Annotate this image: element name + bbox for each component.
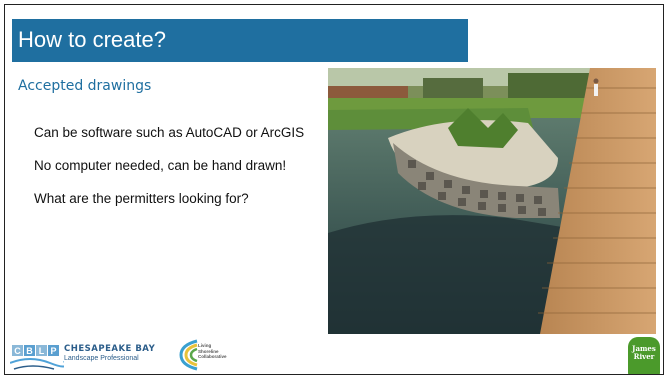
slide: How to create? Accepted drawings Can be … bbox=[0, 0, 668, 379]
cblp-subtitle: Landscape Professional bbox=[64, 355, 139, 362]
james-river-text: James River bbox=[630, 345, 658, 361]
cblp-letter: B bbox=[26, 346, 33, 356]
cblp-name: CHESAPEAKE BAY bbox=[64, 344, 156, 354]
cblp-letter: C bbox=[14, 346, 21, 356]
cblp-letter: P bbox=[50, 346, 56, 356]
living-shoreline-text: Living Shoreline Collaborative bbox=[198, 343, 227, 360]
cblp-letter: L bbox=[39, 346, 45, 356]
cblp-logo: C B L P bbox=[10, 345, 64, 370]
lsc-line: Collaborative bbox=[198, 354, 227, 359]
bullet-item: Can be software such as AutoCAD or ArcGI… bbox=[34, 125, 305, 140]
living-shoreline-logo bbox=[179, 339, 198, 371]
jr-line: River bbox=[633, 352, 655, 361]
bullet-list: Can be software such as AutoCAD or ArcGI… bbox=[34, 125, 314, 224]
slide-subtitle: Accepted drawings bbox=[18, 78, 152, 94]
slide-title: How to create? bbox=[18, 27, 166, 52]
bullet-item: What are the permitters looking for? bbox=[34, 191, 249, 206]
bullet-item: No computer needed, can be hand drawn! bbox=[34, 158, 287, 173]
living-shoreline-photo bbox=[328, 68, 656, 334]
